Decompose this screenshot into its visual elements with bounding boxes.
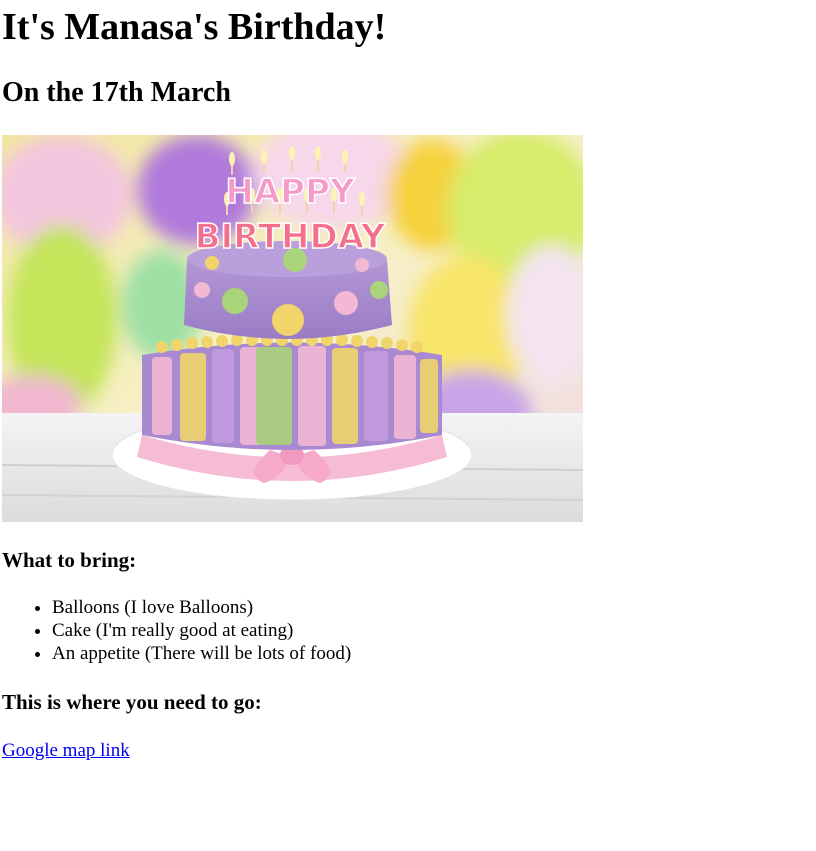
google-map-link[interactable]: Google map link [2,739,130,762]
page-title: It's Manasa's Birthday! [2,6,387,48]
list-item: An appetite (There will be lots of food) [52,642,351,665]
bring-heading: What to bring: [2,548,137,572]
list-item: Cake (I'm really good at eating) [52,619,351,642]
location-heading: This is where you need to go: [2,690,262,714]
cake-happy-text: HAPPY [225,172,355,212]
party-date: On the 17th March [2,77,231,108]
cake-birthday-text: BIRTHDAY [195,217,386,257]
birthday-cake-image: HAPPY BIRTHDAY [2,135,583,522]
list-item: Balloons (I love Balloons) [52,596,351,619]
bring-list: Balloons (I love Balloons) Cake (I'm rea… [2,596,351,665]
